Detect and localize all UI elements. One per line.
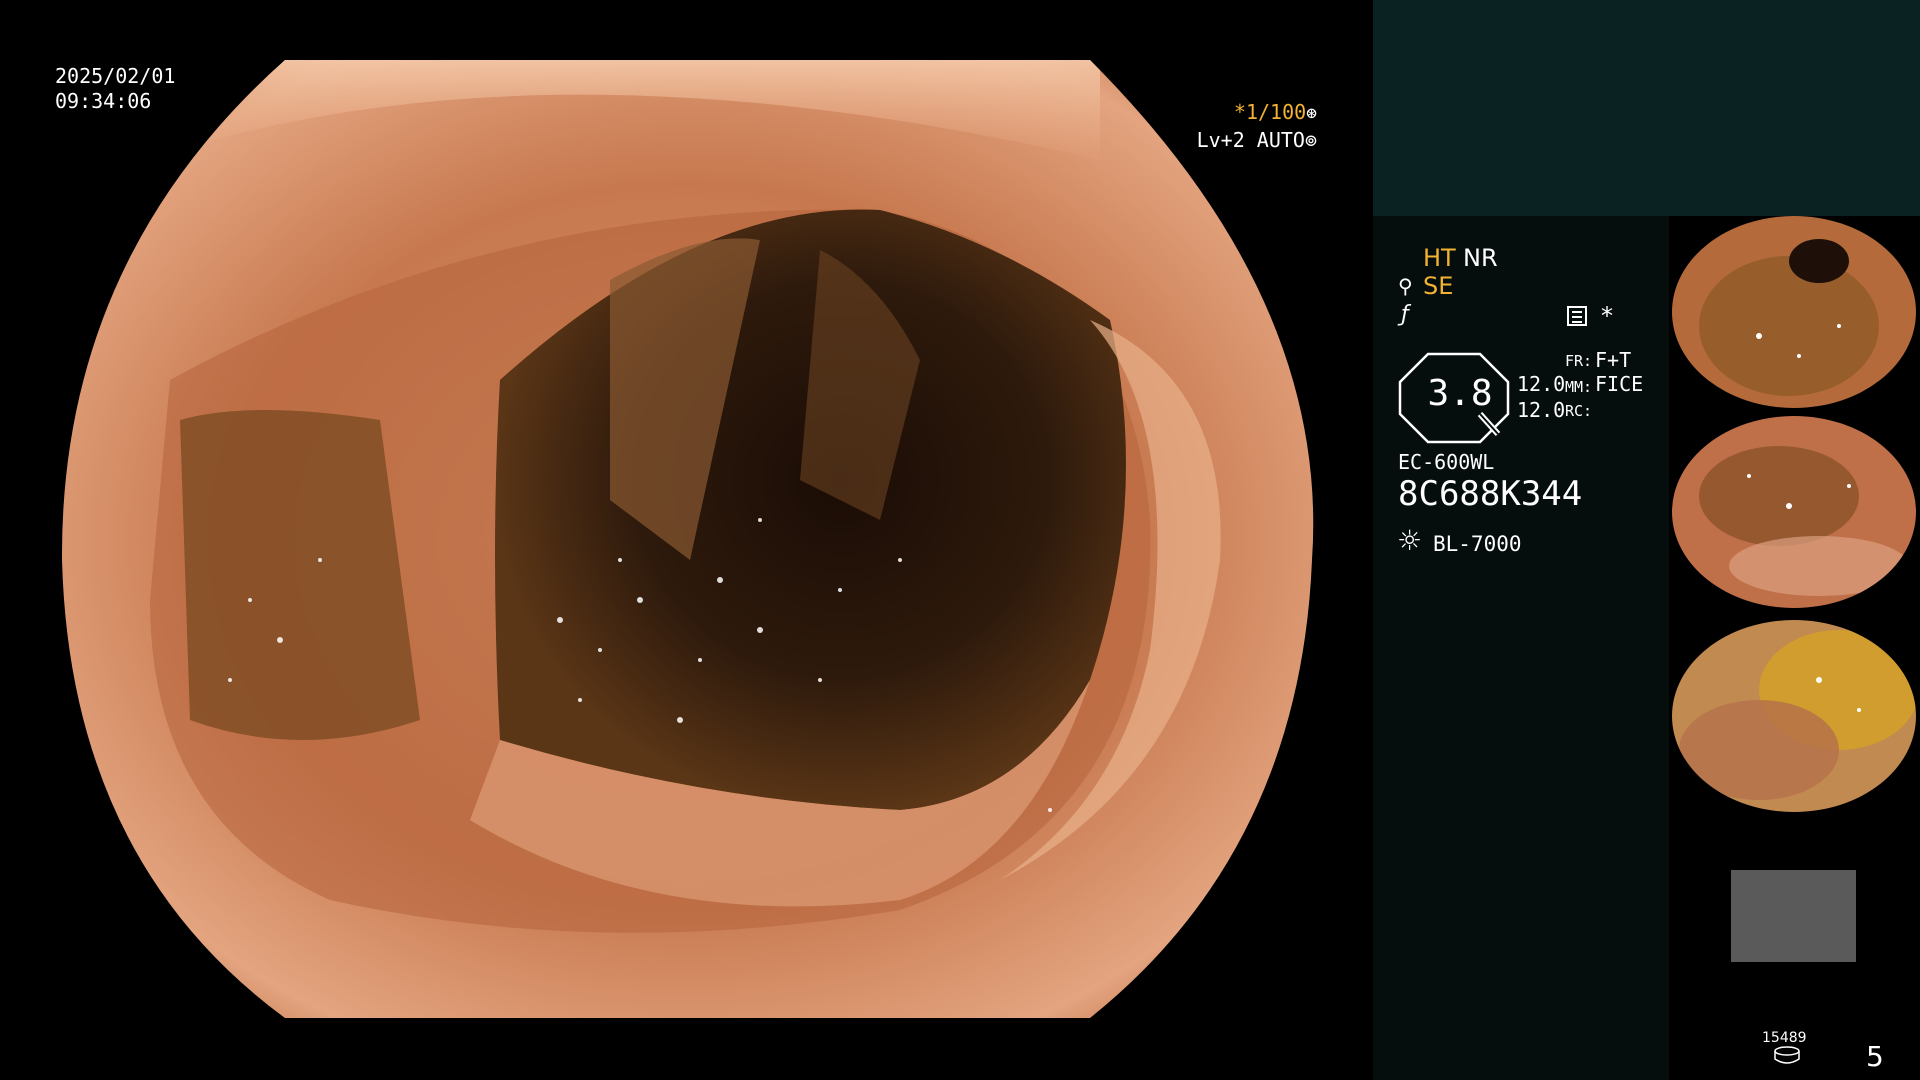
thumbnail-capture-1[interactable] bbox=[1669, 216, 1920, 408]
thumbnail-column bbox=[1669, 216, 1920, 1080]
zoom-value: 3.8 bbox=[1427, 373, 1493, 414]
shutter-speed: *1/100⊛ bbox=[1234, 100, 1317, 124]
nr-indicator: NR bbox=[1463, 244, 1498, 272]
zoom-v1: 12.0 bbox=[1517, 372, 1566, 396]
thumbnail-capture-2[interactable] bbox=[1669, 416, 1920, 608]
endoscope-image bbox=[61, 60, 1314, 1018]
iris-mode: Lv+2 AUTO⊚ bbox=[1197, 128, 1317, 152]
sun-icon: ☼ bbox=[1397, 524, 1423, 557]
mm-label: MM: bbox=[1565, 378, 1593, 396]
info-panel-header bbox=[1373, 0, 1920, 216]
se-indicator: SE bbox=[1423, 272, 1454, 300]
settings-list-icon bbox=[1567, 306, 1587, 326]
wand-icon: ⚲ bbox=[1398, 274, 1413, 298]
page-number: 5 bbox=[1866, 1040, 1884, 1073]
image-count: 15489 bbox=[1762, 1030, 1807, 1046]
zoom-v2: 12.0 bbox=[1517, 398, 1566, 422]
scope-model: EC-600WL bbox=[1398, 450, 1495, 474]
capture-time: 09:34:06 bbox=[55, 89, 152, 113]
iris-value: Lv+2 AUTO bbox=[1196, 128, 1305, 152]
light-source: BL-7000 bbox=[1433, 532, 1522, 556]
rc-label: RC: bbox=[1565, 402, 1593, 420]
ht-indicator: HT bbox=[1423, 244, 1456, 272]
thumbnail-capture-3[interactable] bbox=[1669, 620, 1920, 812]
mm-value: FICE bbox=[1595, 372, 1644, 396]
fr-label: FR: bbox=[1565, 352, 1593, 370]
star-indicator: * bbox=[1601, 302, 1613, 330]
capture-date: 2025/02/01 bbox=[55, 64, 176, 88]
fr-value: F+T bbox=[1595, 348, 1632, 372]
disk-icon bbox=[1774, 1046, 1800, 1064]
endoscope-view: 2025/02/01 09:34:06 *1/100⊛ Lv+2 AUTO⊚ bbox=[0, 0, 1373, 1080]
empty-thumbnail-slot bbox=[1731, 870, 1856, 962]
f-icon: ƒ bbox=[1401, 302, 1409, 327]
shutter-value: *1/100 bbox=[1233, 100, 1307, 124]
iris-icon: ⊚ bbox=[1304, 128, 1317, 152]
info-panel: HT NR ⚲ SE ƒ * 3.8 12.0 12.0 FR: MM: RC:… bbox=[1373, 216, 1669, 1080]
aperture-icon: ⊛ bbox=[1306, 103, 1317, 124]
scope-serial: 8C688K344 bbox=[1398, 474, 1583, 514]
